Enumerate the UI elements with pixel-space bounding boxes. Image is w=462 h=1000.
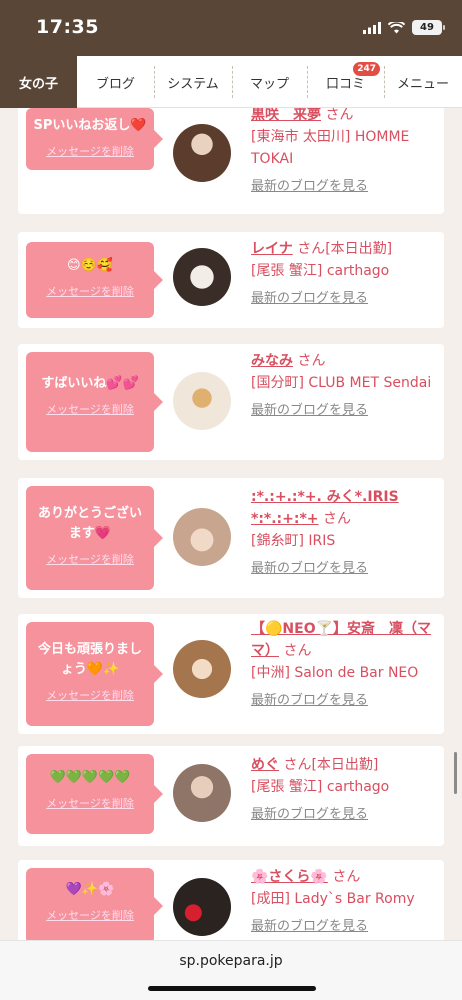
- work-status: [本日出勤]: [325, 241, 393, 257]
- shop-name: [錦糸町] IRIS: [251, 533, 336, 549]
- message-text: 💚💚💚💚💚: [49, 770, 131, 785]
- tab-map[interactable]: マップ: [232, 56, 307, 108]
- list-item: 💜✨🌸 メッセージを削除 🌸さくら🌸 さん [成田] Lady`s Bar Ro…: [18, 860, 444, 940]
- girl-info: 【🟡NEO🍸】安斎 凜（ママ） さん [中洲] Salon de Bar NEO…: [251, 618, 434, 712]
- tab-system[interactable]: システム: [154, 56, 232, 108]
- message-bubble: 💚💚💚💚💚 メッセージを削除: [26, 754, 163, 834]
- delete-message-link[interactable]: メッセージを削除: [32, 686, 148, 706]
- list-item: 😊☺️🥰 メッセージを削除 レイナ さん[本日出勤] [尾張 蟹江] carth…: [18, 232, 444, 328]
- list-item: ありがとうございます💗 メッセージを削除 :*.:+.:*+. みく*.IRIS…: [18, 478, 444, 598]
- status-bar: 17:35 49: [0, 0, 462, 56]
- delete-message-link[interactable]: メッセージを削除: [32, 142, 148, 162]
- girl-name-link[interactable]: レイナ: [251, 241, 293, 257]
- honorific: さん: [283, 643, 312, 659]
- delete-message-link[interactable]: メッセージを削除: [32, 400, 148, 420]
- message-bubble: 😊☺️🥰 メッセージを削除: [26, 242, 163, 318]
- tab-girls[interactable]: 女の子: [0, 56, 77, 108]
- url-text: sp.pokepara.jp: [179, 953, 283, 969]
- shop-name: [国分町] CLUB MET Sendai: [251, 375, 432, 391]
- honorific: さん: [297, 353, 326, 369]
- avatar[interactable]: [173, 878, 231, 936]
- shop-name: [尾張 蟹江] carthago: [251, 263, 390, 279]
- message-text: すばいいね💕💕: [41, 376, 139, 391]
- shop-name: [中洲] Salon de Bar NEO: [251, 665, 419, 681]
- latest-blog-link[interactable]: 最新のブログを見る: [251, 400, 434, 422]
- battery-icon: 49: [412, 20, 445, 35]
- honorific: さん: [283, 757, 312, 773]
- list-item: 💚💚💚💚💚 メッセージを削除 めぐ さん[本日出勤] [尾張 蟹江] carth…: [18, 746, 444, 846]
- girl-name-link[interactable]: めぐ: [251, 757, 279, 773]
- latest-blog-link[interactable]: 最新のブログを見る: [251, 558, 434, 580]
- tab-blog[interactable]: ブログ: [77, 56, 154, 108]
- girl-name-link[interactable]: みなみ: [251, 353, 293, 369]
- delete-message-link[interactable]: メッセージを削除: [32, 282, 148, 302]
- message-bubble: すばいいね💕💕 メッセージを削除: [26, 352, 163, 452]
- home-indicator[interactable]: [148, 986, 316, 991]
- latest-blog-link[interactable]: 最新のブログを見る: [251, 916, 434, 938]
- girl-info: :*.:+.:*+. みく*.IRIS *:*.:+:*+ さん [錦糸町] I…: [251, 486, 434, 580]
- girl-info: みなみ さん [国分町] CLUB MET Sendai 最新のブログを見る: [251, 350, 434, 422]
- delete-message-link[interactable]: メッセージを削除: [32, 906, 148, 926]
- latest-blog-link[interactable]: 最新のブログを見る: [251, 690, 434, 712]
- honorific: さん: [297, 241, 326, 257]
- scrollbar[interactable]: [454, 752, 457, 794]
- message-text: 今日も頑張りましょう🧡✨: [37, 642, 142, 677]
- latest-blog-link[interactable]: 最新のブログを見る: [251, 804, 434, 826]
- girl-name-link[interactable]: 🌸さくら🌸: [251, 869, 328, 885]
- status-time: 17:35: [36, 16, 99, 38]
- shop-name: [東海市 太田川] HOMME TOKAI: [251, 129, 410, 167]
- avatar[interactable]: [173, 372, 231, 430]
- reviews-count-badge: 247: [353, 62, 380, 76]
- wifi-icon: [388, 21, 405, 33]
- list-item: すばいいね💕💕 メッセージを削除 みなみ さん [国分町] CLUB MET S…: [18, 344, 444, 460]
- message-text: 😊☺️🥰: [67, 258, 113, 273]
- tab-menu[interactable]: メニュー: [384, 56, 462, 108]
- tab-bar: 女の子 ブログ システム マップ 口コミ 247 メニュー: [0, 56, 462, 108]
- honorific: さん: [323, 511, 351, 527]
- honorific: さん: [325, 108, 354, 123]
- girl-name-link[interactable]: 黒咲 来夢: [251, 108, 321, 123]
- girl-info: 🌸さくら🌸 さん [成田] Lady`s Bar Romy 最新のブログを見る: [251, 866, 434, 938]
- message-bubble: ありがとうございます💗 メッセージを削除: [26, 486, 163, 590]
- browser-url-bar[interactable]: sp.pokepara.jp: [0, 940, 462, 1000]
- avatar[interactable]: [173, 640, 231, 698]
- girl-name-link[interactable]: 【🟡NEO🍸】安斎 凜（ママ）: [251, 621, 431, 659]
- message-bubble: 今日も頑張りましょう🧡✨ メッセージを削除: [26, 622, 163, 726]
- message-bubble: SPいいねお返し❤️ メッセージを削除: [26, 108, 163, 170]
- message-list: SPいいねお返し❤️ メッセージを削除 黒咲 来夢 さん [東海市 太田川] H…: [0, 108, 462, 940]
- signal-icon: [363, 21, 381, 34]
- list-item: SPいいねお返し❤️ メッセージを削除 黒咲 来夢 さん [東海市 太田川] H…: [18, 108, 444, 214]
- honorific: さん: [332, 869, 361, 885]
- message-bubble: 💜✨🌸 メッセージを削除: [26, 868, 163, 940]
- delete-message-link[interactable]: メッセージを削除: [32, 794, 148, 814]
- message-text: 💜✨🌸: [65, 882, 115, 897]
- latest-blog-link[interactable]: 最新のブログを見る: [251, 176, 434, 198]
- avatar[interactable]: [173, 124, 231, 182]
- shop-name: [尾張 蟹江] carthago: [251, 779, 390, 795]
- status-icons: 49: [363, 20, 445, 35]
- latest-blog-link[interactable]: 最新のブログを見る: [251, 288, 434, 310]
- girl-info: めぐ さん[本日出勤] [尾張 蟹江] carthago 最新のブログを見る: [251, 754, 434, 826]
- delete-message-link[interactable]: メッセージを削除: [32, 550, 148, 570]
- shop-name: [成田] Lady`s Bar Romy: [251, 891, 415, 907]
- message-text: SPいいねお返し❤️: [33, 118, 147, 133]
- avatar[interactable]: [173, 248, 231, 306]
- tab-reviews[interactable]: 口コミ 247: [307, 56, 384, 108]
- avatar[interactable]: [173, 508, 231, 566]
- message-text: ありがとうございます💗: [37, 506, 142, 541]
- list-item: 今日も頑張りましょう🧡✨ メッセージを削除 【🟡NEO🍸】安斎 凜（ママ） さん…: [18, 614, 444, 734]
- girl-info: 黒咲 来夢 さん [東海市 太田川] HOMME TOKAI 最新のブログを見る: [251, 108, 434, 198]
- girl-info: レイナ さん[本日出勤] [尾張 蟹江] carthago 最新のブログを見る: [251, 238, 434, 310]
- avatar[interactable]: [173, 764, 231, 822]
- work-status: [本日出勤]: [311, 757, 379, 773]
